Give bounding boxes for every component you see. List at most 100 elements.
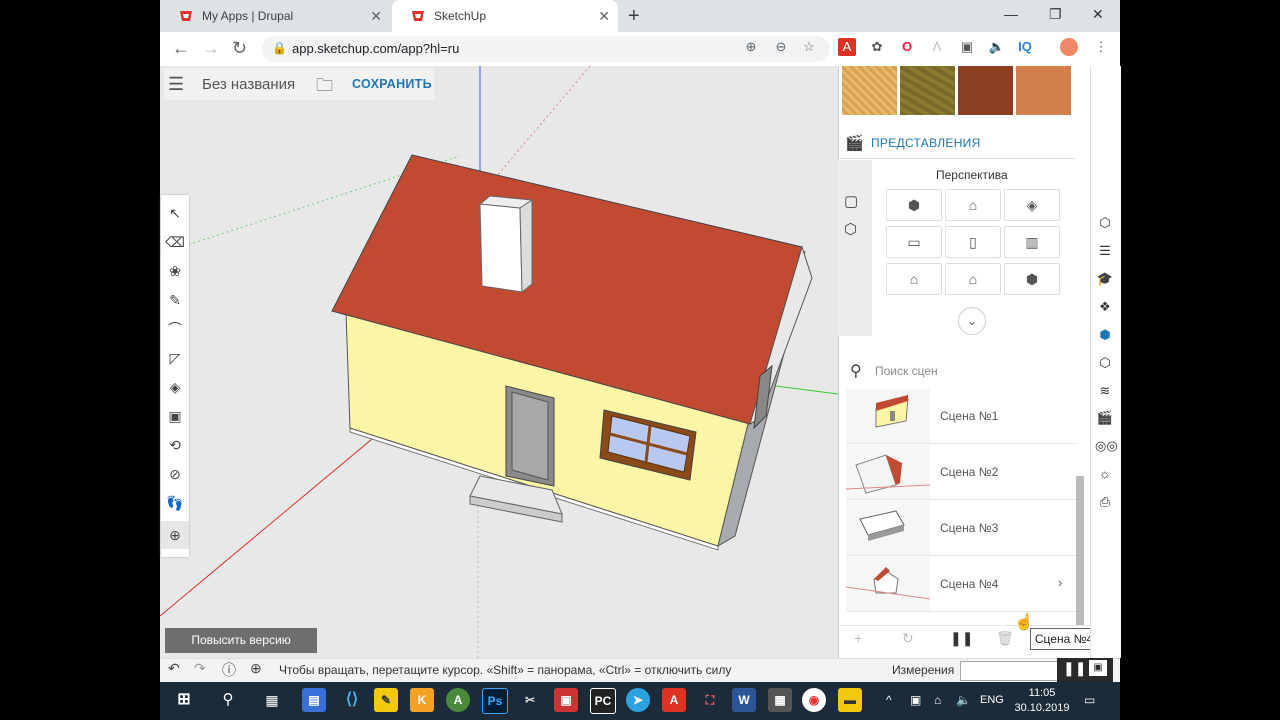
task-view-icon[interactable]: ▦ <box>260 688 284 712</box>
extension-icon[interactable]: Λ <box>928 38 946 56</box>
add-scene-icon[interactable]: + <box>854 630 862 646</box>
sticky-notes-icon[interactable]: ✎ <box>374 688 398 712</box>
undo-icon[interactable]: ↶ <box>168 660 180 677</box>
word-icon[interactable]: W <box>732 688 756 712</box>
vscode-icon[interactable]: ⟨⟩ <box>340 688 364 712</box>
scene-item[interactable]: Сцена №4 › <box>846 557 1076 612</box>
photoshop-icon[interactable]: Ps <box>482 688 508 714</box>
scene-item[interactable]: Сцена №3 <box>846 501 1076 556</box>
menu-dots-icon[interactable]: ⋮ <box>1092 38 1110 56</box>
notifications-icon[interactable]: ▭ <box>1084 693 1095 707</box>
house-3d-model[interactable] <box>160 66 838 658</box>
taskbar-clock[interactable]: 11:05 30.10.2019 <box>1012 686 1072 716</box>
file-explorer-icon[interactable]: ▬ <box>838 688 862 712</box>
material-swatch[interactable] <box>900 66 955 115</box>
redo-icon[interactable]: ↷ <box>194 660 206 677</box>
forward-arrow-icon[interactable]: → <box>202 38 220 59</box>
pause-icon[interactable]: ❚❚ <box>1063 660 1086 677</box>
modeling-viewport[interactable] <box>160 66 838 658</box>
app-icon[interactable]: ▦ <box>768 688 792 712</box>
select-icon[interactable]: ↖ <box>161 199 189 227</box>
pycharm-icon[interactable]: ✂ <box>518 688 542 712</box>
reload-icon[interactable]: ↻ <box>232 38 247 59</box>
view-top-icon[interactable]: ⌂ <box>945 189 1001 221</box>
view-left-icon[interactable]: ⌂ <box>886 263 942 295</box>
search-icon[interactable]: ⚲ <box>216 688 240 712</box>
android-studio-icon[interactable]: A <box>446 688 470 712</box>
pencil-icon[interactable]: ✎ <box>161 286 189 314</box>
tray-app-icon[interactable]: ▣ <box>910 693 921 707</box>
close-tab-icon[interactable]: ✕ <box>370 8 382 25</box>
view-right-icon[interactable]: ▯ <box>945 226 1001 258</box>
keyboard-language[interactable]: ENG <box>980 694 1004 706</box>
zoom-out-icon[interactable]: ⊖ <box>772 38 790 56</box>
view-iso-icon[interactable]: ⬢ <box>886 189 942 221</box>
scenes-scrollbar[interactable] <box>1076 476 1084 626</box>
instructor-icon[interactable]: 🎓 <box>1095 269 1115 289</box>
iq-extension-icon[interactable]: IQ <box>1016 38 1034 56</box>
offset-icon[interactable]: ▣ <box>161 402 189 430</box>
paint-bucket-icon[interactable]: ❀ <box>161 257 189 285</box>
new-tab-button[interactable]: + <box>628 5 640 28</box>
scene-search-input[interactable]: Поиск сцен <box>875 364 938 378</box>
app-icon[interactable]: ▤ <box>302 688 326 712</box>
outliner-icon[interactable]: ☰ <box>1095 241 1115 261</box>
view-bottom-icon[interactable]: ▭ <box>886 226 942 258</box>
view-house-iso-icon[interactable]: ⬢ <box>1004 263 1060 295</box>
parallel-projection-icon[interactable]: ▢ <box>844 192 858 210</box>
tray-chevron-icon[interactable]: ^ <box>886 693 892 707</box>
push-pull-icon[interactable]: ◈ <box>161 373 189 401</box>
network-icon[interactable]: ⌂ <box>934 693 941 707</box>
pdf-extension-icon[interactable]: A <box>838 38 856 56</box>
pdf-icon[interactable]: A <box>662 688 686 712</box>
screen-icon[interactable]: ▣ <box>1089 660 1107 676</box>
entity-info-icon[interactable]: ⬡ <box>1095 213 1115 233</box>
upgrade-button[interactable]: Повысить версию <box>165 628 317 653</box>
section-plane-icon[interactable]: ⊕ <box>161 521 189 549</box>
extension-icon[interactable]: ✿ <box>868 38 886 56</box>
pycharm-icon[interactable]: PC <box>590 688 616 714</box>
add-icon[interactable]: ⊕ <box>742 38 760 56</box>
expand-views-chevron-icon[interactable]: ⌄ <box>958 307 986 335</box>
material-swatch[interactable] <box>842 66 897 115</box>
screen-record-controls[interactable]: ❚❚ ▣ <box>1057 658 1113 682</box>
materials-icon[interactable]: ⬢ <box>1095 325 1115 345</box>
eraser-icon[interactable]: ⌫ <box>161 228 189 256</box>
extension-icon[interactable]: ▣ <box>958 38 976 56</box>
app-icon[interactable]: ▣ <box>554 688 578 712</box>
close-window-icon[interactable]: ✕ <box>1092 6 1104 23</box>
telegram-icon[interactable]: ➤ <box>626 688 650 712</box>
orbit-icon[interactable]: ⟲ <box>161 431 189 459</box>
folder-icon[interactable]: 🗀 <box>316 73 333 102</box>
windows-start-icon[interactable]: ⊞ <box>172 688 196 712</box>
delete-scene-icon[interactable]: 🗑 <box>996 630 1014 647</box>
walk-icon[interactable]: 👣 <box>161 489 189 517</box>
chevron-right-icon[interactable]: › <box>1058 575 1062 590</box>
material-swatch[interactable] <box>958 66 1013 115</box>
globe-icon[interactable]: ⊕ <box>250 660 262 677</box>
scene-item[interactable]: Сцена №2 <box>846 445 1076 500</box>
update-scene-icon[interactable]: ↻ <box>902 630 914 647</box>
profile-avatar[interactable] <box>1060 38 1078 56</box>
hamburger-menu-icon[interactable]: ☰ <box>168 74 184 95</box>
restore-icon[interactable]: ❐ <box>1049 6 1062 23</box>
volume-icon[interactable]: 🔈 <box>956 693 971 707</box>
save-button[interactable]: СОХРАНИТЬ <box>352 77 432 91</box>
url-text[interactable]: app.sketchup.com/app?hl=ru <box>292 41 459 56</box>
solar-icon[interactable]: ☼ <box>1095 464 1115 484</box>
opera-icon[interactable]: O <box>898 38 916 56</box>
perspective-cube-icon[interactable]: ⬡ <box>844 220 857 238</box>
components-icon[interactable]: ❖ <box>1095 297 1115 317</box>
browser-tab-sketchup[interactable]: SketchUp ✕ <box>392 0 618 32</box>
view-front-icon[interactable]: ◈ <box>1004 189 1060 221</box>
close-tab-icon[interactable]: ✕ <box>598 8 610 25</box>
layers-icon[interactable]: ≋ <box>1095 381 1115 401</box>
minimize-icon[interactable]: — <box>1004 6 1018 22</box>
styles-icon[interactable]: ⬡ <box>1095 353 1115 373</box>
help-icon[interactable]: ⓘ <box>222 660 236 680</box>
arc-icon[interactable]: ⌒ <box>161 315 189 343</box>
speaker-icon[interactable]: 🔈 <box>988 38 1006 56</box>
browser-tab-drupal[interactable]: My Apps | Drupal ✕ <box>160 0 390 32</box>
back-arrow-icon[interactable]: ← <box>172 38 190 59</box>
display-glasses-icon[interactable]: ◎◎ <box>1095 436 1118 456</box>
